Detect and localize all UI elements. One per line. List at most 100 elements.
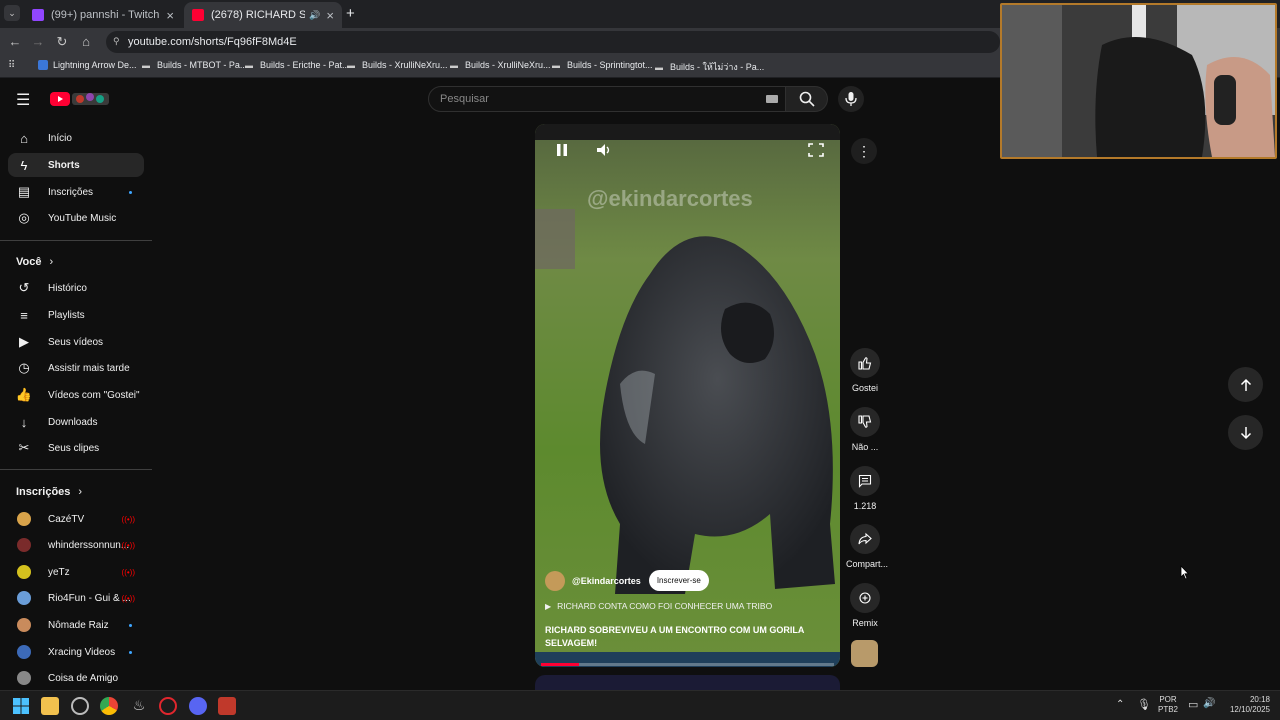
mic-icon (845, 92, 857, 106)
speaker-icon[interactable]: 🔊 (309, 10, 320, 21)
new-tab-button[interactable]: + (346, 5, 355, 22)
bookmark-item[interactable]: ▬ Builds - XrulliNeXru... (450, 60, 551, 70)
avatar (17, 645, 31, 659)
search-button[interactable] (786, 86, 828, 112)
youtube-tab-icon (192, 9, 204, 21)
avatar (17, 671, 31, 685)
new-content-dot (129, 650, 132, 654)
clock[interactable]: 20:18 12/10/2025 (1222, 695, 1270, 715)
subscription-item[interactable]: whinderssonnun... ((•)) (8, 533, 144, 557)
voice-search-button[interactable] (838, 86, 864, 112)
new-content-dot (129, 623, 132, 627)
search-input[interactable]: Pesquisar (428, 86, 786, 112)
start-button[interactable] (12, 697, 30, 715)
linked-video[interactable]: ▶ RICHARD CONTA COMO FOI CONHECER UMA TR… (545, 601, 772, 611)
steam-icon[interactable]: ♨ (130, 697, 148, 715)
sidebar-item-shorts[interactable]: ϟ Shorts (8, 153, 144, 177)
download-icon: ↓ (20, 414, 28, 430)
bookmark-label: Builds - Sprintingtot... (567, 60, 653, 70)
next-short-button[interactable] (1228, 415, 1263, 450)
subscription-item[interactable]: Coisa de Amigo (8, 666, 144, 690)
sidebar-item-seus-clipes[interactable]: ✂ Seus clipes (8, 436, 144, 460)
home-button-icon[interactable]: ⌂ (77, 33, 95, 51)
voce-heading[interactable]: Você › (16, 256, 53, 268)
app-icon[interactable] (71, 697, 89, 715)
remix-label: Remix (852, 618, 878, 628)
channel-avatar[interactable] (545, 570, 565, 591)
chevron-up-icon[interactable]: ⌃ (1116, 699, 1124, 710)
remix-button[interactable]: Remix (846, 583, 884, 628)
sidebar-item-youtube-music[interactable]: ◎ YouTube Music (8, 206, 144, 230)
comments-button[interactable]: 1.218 (846, 466, 884, 511)
pause-icon (557, 144, 567, 156)
subscription-item[interactable]: Rio4Fun - Gui & ... ((•)) (8, 586, 144, 610)
sidebar-item-assistir-mais-tarde[interactable]: ◷ Assistir mais tarde (8, 356, 144, 380)
subscriptions-heading-label: Inscrições (16, 486, 71, 498)
apps-icon[interactable]: ⠿ (8, 60, 15, 71)
previous-short-button[interactable] (1228, 367, 1263, 402)
sidebar-item-playlists[interactable]: ≡ Playlists (8, 303, 144, 327)
like-button[interactable]: Gostei (846, 348, 884, 393)
subscribe-button[interactable]: Inscrever-se (648, 570, 709, 591)
tab-close-icon[interactable]: × (166, 8, 174, 23)
like-icon (850, 348, 880, 378)
bookmark-item[interactable]: ▬ Builds - XrulliNeXru... (347, 60, 448, 70)
opera-icon[interactable] (159, 697, 177, 715)
subscriptions-heading[interactable]: Inscrições › (16, 486, 82, 498)
mic-tray-icon[interactable]: 🎙 (1137, 698, 1151, 711)
sidebar-item-seus-videos[interactable]: ▶ Seus vídeos (8, 330, 144, 354)
subscription-item[interactable]: yeTz ((•)) (8, 560, 144, 584)
remix-icon (850, 583, 880, 613)
network-icon[interactable]: ▭ (1188, 698, 1198, 711)
app-icon[interactable] (218, 697, 236, 715)
dislike-button[interactable]: Não ... (846, 407, 884, 452)
bookmark-item[interactable]: ▬ Builds - Sprintingtot... (552, 60, 653, 70)
bookmark-icon: ▬ (552, 61, 560, 70)
tab-youtube[interactable]: (2678) RICHARD SOBREVIV 🔊 × (184, 2, 342, 28)
tab-search-button[interactable]: ⌄ (4, 5, 20, 21)
channel-name[interactable]: @Ekindarcortes (572, 576, 641, 586)
subscription-item[interactable]: Xracing Videos (8, 640, 144, 664)
sidebar-item-liked-videos[interactable]: 👍 Vídeos com "Gostei" (8, 383, 144, 407)
fullscreen-button[interactable] (807, 142, 825, 158)
live-icon: ((•)) (121, 514, 135, 524)
sidebar-item-inicio[interactable]: ⌂ Início (8, 126, 144, 150)
share-button[interactable]: Compart... (846, 524, 888, 569)
next-short-preview[interactable] (535, 675, 840, 690)
sidebar-item-label: Downloads (48, 416, 98, 428)
tab-twitch[interactable]: (99+) pannshi - Twitch × (24, 2, 182, 28)
volume-tray-icon[interactable]: 🔊 (1203, 698, 1215, 709)
watch-later-icon: ◷ (18, 360, 30, 375)
subscription-item[interactable]: Nômade Raiz (8, 613, 144, 637)
sidebar-item-historico[interactable]: ↺ Histórico (8, 276, 144, 300)
progress-bar[interactable] (541, 663, 834, 666)
sidebar-divider (0, 469, 152, 470)
chrome-icon[interactable] (100, 697, 118, 715)
discord-icon[interactable] (189, 697, 207, 715)
shorts-icon: ϟ (20, 157, 28, 173)
channel-name: Nômade Raiz (48, 619, 109, 631)
address-bar[interactable]: ⚲ youtube.com/shorts/Fq96fF8Md4E (106, 31, 1000, 53)
bookmark-item[interactable]: Lightning Arrow De... (38, 60, 137, 70)
sidebar-item-downloads[interactable]: ↓ Downloads (8, 410, 144, 434)
bookmark-item[interactable]: ▬ Builds - ให้ไม่ว่าง - Pa... (655, 60, 764, 74)
keyboard-icon[interactable] (766, 95, 778, 103)
reload-icon[interactable]: ↻ (53, 33, 71, 51)
sound-thumbnail[interactable] (851, 640, 878, 667)
bookmark-item[interactable]: ▬ Builds - MTBOT - Pa... (142, 60, 247, 70)
webcam-overlay (1000, 3, 1277, 159)
bookmark-item[interactable]: ▬ Builds - Ericthe - Pat... (245, 60, 350, 70)
forward-icon[interactable]: → (29, 33, 47, 51)
back-icon[interactable]: ← (6, 33, 24, 51)
subscription-item[interactable]: CazéTV ((•)) (8, 507, 144, 531)
language-indicator[interactable]: POR PTB2 (1153, 695, 1183, 715)
sidebar-item-label: YouTube Music (48, 212, 117, 224)
more-options-icon[interactable]: ⋮ (851, 138, 877, 164)
pause-button[interactable] (553, 142, 571, 158)
site-info-icon[interactable]: ⚲ (113, 36, 120, 47)
volume-button[interactable] (595, 142, 613, 158)
file-explorer-icon[interactable] (41, 697, 59, 715)
tab-close-icon[interactable]: × (326, 8, 334, 23)
sidebar-item-inscricoes[interactable]: ▤ Inscrições (8, 180, 144, 204)
shorts-player[interactable]: @ekindarcortes @Ekindarcortes Inscrever-… (535, 124, 840, 667)
